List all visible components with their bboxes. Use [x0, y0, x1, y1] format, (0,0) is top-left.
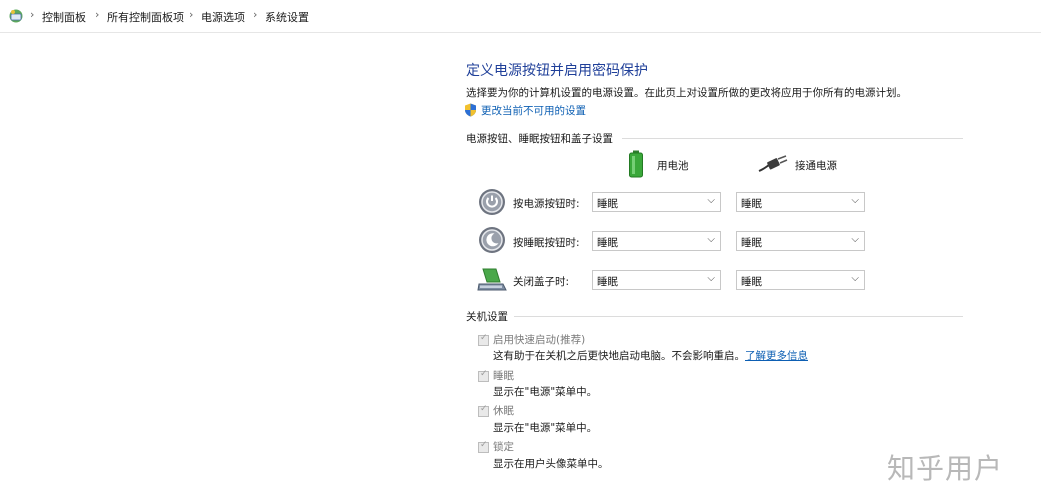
control-panel-icon[interactable]	[8, 8, 24, 24]
breadcrumb-chevron-icon: ›	[30, 8, 35, 21]
close-lid-plugged-select[interactable]: 睡眠 ⌵	[736, 270, 865, 290]
select-value: 睡眠	[741, 198, 762, 210]
select-value: 睡眠	[741, 276, 762, 288]
chevron-down-icon: ⌵	[707, 195, 715, 206]
select-value: 睡眠	[597, 276, 618, 288]
power-icon	[479, 189, 505, 215]
breadcrumb-item-control-panel[interactable]: 控制面板	[42, 9, 86, 25]
chevron-down-icon: ⌵	[707, 234, 715, 245]
breadcrumb-chevron-icon: ›	[253, 8, 258, 21]
breadcrumb-item-system-settings[interactable]: 系统设置	[265, 9, 309, 25]
row-label-close-lid: 关闭盖子时:	[513, 276, 570, 288]
lock-menu-label: 锁定	[493, 441, 514, 453]
hibernate-menu-checkbox[interactable]	[478, 404, 489, 417]
sleep-menu-label: 睡眠	[493, 370, 514, 382]
select-value: 睡眠	[597, 198, 618, 210]
page-title: 定义电源按钮并启用密码保护	[466, 63, 648, 79]
select-value: 睡眠	[597, 237, 618, 249]
uac-shield-icon	[465, 103, 476, 117]
fast-startup-label: 启用快速启动(推荐)	[493, 334, 586, 346]
close-lid-battery-select[interactable]: 睡眠 ⌵	[592, 270, 721, 290]
page-description: 选择要为你的计算机设置的电源设置。在此页上对设置所做的更改将应用于你所有的电源计…	[466, 87, 907, 99]
fast-startup-description: 这有助于在关机之后更快地启动电脑。不会影响重启。了解更多信息	[493, 348, 808, 363]
hibernate-menu-description: 显示在"电源"菜单中。	[493, 422, 598, 434]
hibernate-menu-label: 休眠	[493, 405, 514, 417]
chevron-down-icon: ⌵	[851, 234, 859, 245]
power-button-battery-select[interactable]: 睡眠 ⌵	[592, 192, 721, 212]
breadcrumb-item-all-items[interactable]: 所有控制面板项	[107, 9, 184, 25]
change-settings-link[interactable]: 更改当前不可用的设置	[464, 103, 586, 118]
select-value: 睡眠	[741, 237, 762, 249]
chevron-down-icon: ⌵	[707, 273, 715, 284]
sleep-menu-checkbox[interactable]	[478, 369, 489, 382]
breadcrumb-item-power-options[interactable]: 电源选项	[201, 9, 245, 25]
sleep-button-battery-select[interactable]: 睡眠 ⌵	[592, 231, 721, 251]
breadcrumb: › 控制面板 › 所有控制面板项 › 电源选项 › 系统设置	[0, 0, 1041, 33]
sleep-button-plugged-select[interactable]: 睡眠 ⌵	[736, 231, 865, 251]
lock-menu-checkbox[interactable]	[478, 440, 489, 453]
shutdown-section-header: 关机设置	[466, 311, 508, 323]
sleep-menu-description: 显示在"电源"菜单中。	[493, 386, 598, 398]
chevron-down-icon: ⌵	[851, 273, 859, 284]
change-settings-label: 更改当前不可用的设置	[481, 105, 586, 117]
plug-icon	[758, 155, 788, 172]
learn-more-link[interactable]: 了解更多信息	[745, 350, 808, 362]
divider	[514, 316, 963, 317]
divider	[622, 138, 963, 139]
row-label-power-button: 按电源按钮时:	[513, 198, 580, 210]
fast-startup-description-text: 这有助于在关机之后更快地启动电脑。不会影响重启。	[493, 350, 745, 362]
lock-menu-description: 显示在用户头像菜单中。	[493, 458, 609, 470]
column-header-plugged-in: 接通电源	[795, 160, 837, 172]
column-header-battery: 用电池	[657, 160, 689, 172]
watermark: 知乎用户	[887, 452, 1004, 485]
power-button-plugged-select[interactable]: 睡眠 ⌵	[736, 192, 865, 212]
battery-icon	[629, 150, 643, 178]
breadcrumb-chevron-icon: ›	[95, 8, 100, 21]
row-label-sleep-button: 按睡眠按钮时:	[513, 237, 580, 249]
power-section-header: 电源按钮、睡眠按钮和盖子设置	[466, 133, 613, 145]
sleep-icon	[479, 227, 505, 253]
breadcrumb-chevron-icon: ›	[189, 8, 194, 21]
fast-startup-checkbox[interactable]	[478, 333, 489, 346]
laptop-lid-icon	[477, 268, 507, 291]
chevron-down-icon: ⌵	[851, 195, 859, 206]
